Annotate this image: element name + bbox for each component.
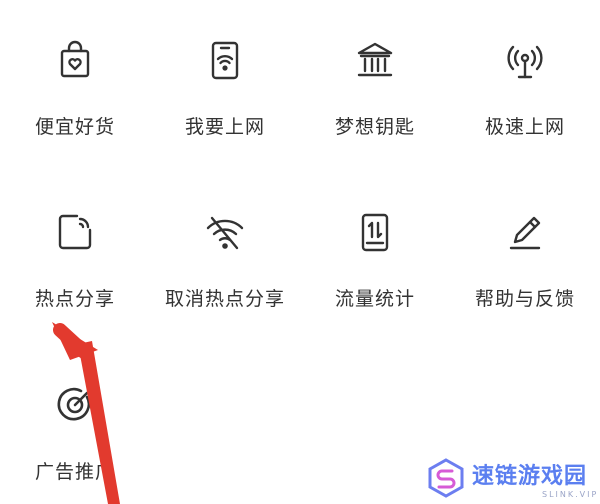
pen-feedback-icon: [503, 210, 547, 254]
menu-item-label: 流量统计: [334, 288, 415, 310]
hexagon-s-logo-icon: [426, 458, 466, 498]
menu-item-go-online[interactable]: 我要上网: [150, 0, 300, 138]
shopping-bag-heart-icon: [53, 38, 97, 82]
menu-item-data-usage[interactable]: 流量统计: [300, 172, 450, 310]
menu-item-label: 取消热点分享: [164, 288, 285, 310]
menu-item-label: 极速上网: [484, 116, 565, 138]
menu-item-label: 梦想钥匙: [334, 116, 415, 138]
target-icon: [53, 383, 97, 427]
menu-item-label: 我要上网: [184, 116, 265, 138]
menu-grid: 便宜好货 我要上网 梦想钥匙 极速上网 热点分享 取消热点分享 流量统计 帮助与…: [0, 0, 600, 504]
menu-item-ad-promotion[interactable]: 广告推广: [0, 345, 150, 483]
watermark: 速链游戏园 SLINK.VIP: [420, 452, 600, 504]
signal-tower-icon: [503, 38, 547, 82]
watermark-name: 速链游戏园: [472, 463, 588, 489]
watermark-sub: SLINK.VIP: [542, 489, 599, 499]
hotspot-share-icon: [53, 210, 97, 254]
menu-item-label: 便宜好货: [34, 116, 115, 138]
phone-wifi-icon: [203, 38, 247, 82]
menu-item-cancel-hotspot-share[interactable]: 取消热点分享: [150, 172, 300, 310]
data-usage-icon: [353, 210, 397, 254]
menu-item-hotspot-share[interactable]: 热点分享: [0, 172, 150, 310]
menu-item-help-feedback[interactable]: 帮助与反馈: [450, 172, 600, 310]
menu-item-label: 热点分享: [34, 288, 115, 310]
wifi-off-icon: [203, 210, 247, 254]
bank-building-icon: [353, 38, 397, 82]
menu-item-label: 广告推广: [34, 461, 115, 483]
menu-item-dream-key[interactable]: 梦想钥匙: [300, 0, 450, 138]
menu-item-fast-internet[interactable]: 极速上网: [450, 0, 600, 138]
menu-item-cheap-goods[interactable]: 便宜好货: [0, 0, 150, 138]
menu-item-label: 帮助与反馈: [474, 288, 575, 310]
